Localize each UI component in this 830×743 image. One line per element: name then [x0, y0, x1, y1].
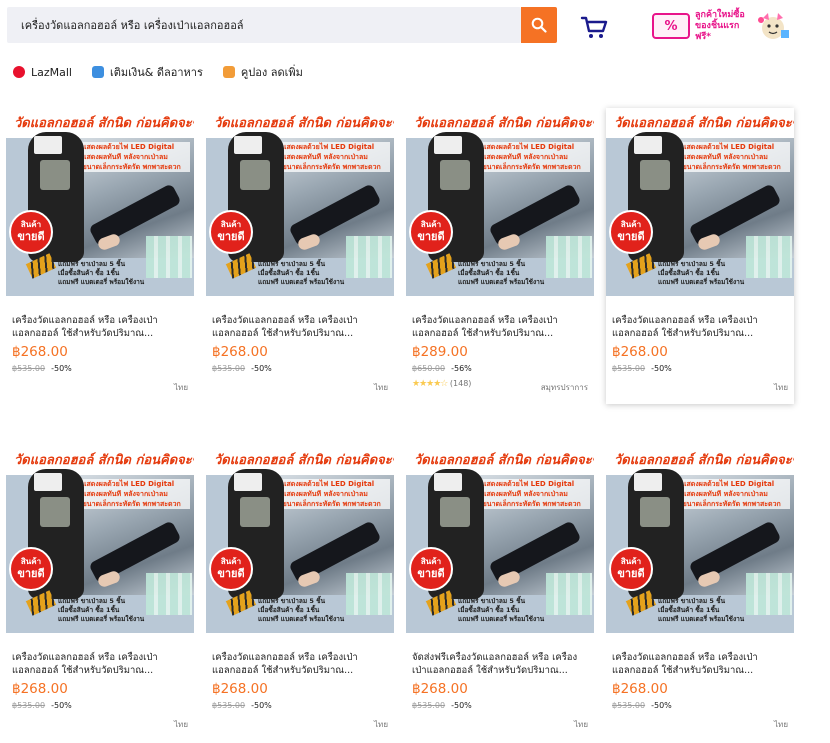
review-count: (148) — [449, 379, 472, 388]
product-card[interactable]: วัดแอลกอฮอล์ สักนิด ก่อนคิดจะขับรถ แสดงผ… — [206, 445, 394, 741]
product-title[interactable]: เครื่องวัดแอลกอฮอล์ หรือ เครื่องเป่าแอลก… — [412, 314, 588, 340]
bestseller-badge: สินค้า ขายดี — [409, 547, 453, 591]
product-price: ฿268.00 — [212, 344, 268, 360]
quick-link-coupon[interactable]: คูปอง ลดเพิ่ม — [222, 63, 303, 81]
product-title[interactable]: เครื่องวัดแอลกอฮอล์ หรือ เครื่องเป่าแอลก… — [612, 651, 788, 677]
product-original-price: ฿535.00 -50% — [212, 364, 272, 373]
product-title[interactable]: เครื่องวัดแอลกอฮอล์ หรือ เครื่องเป่าแอลก… — [612, 314, 788, 340]
product-card[interactable]: วัดแอลกอฮอล์ สักนิด ก่อนคิดจะขับรถ แสดงผ… — [6, 445, 194, 741]
product-card[interactable]: วัดแอลกอฮอล์ สักนิด ก่อนคิดจะขับรถ แสดงผ… — [206, 108, 394, 404]
promo-text: ลูกค้าใหม่ซื้อของชิ้นแรกฟรี* — [695, 9, 745, 42]
product-price: ฿268.00 — [212, 681, 268, 697]
product-title[interactable]: จัดส่งฟรีเครื่องวัดแอลกอฮอล์ หรือ เครื่อ… — [412, 651, 588, 677]
search-icon — [531, 17, 547, 33]
product-original-price: ฿650.00 -56% — [412, 364, 472, 373]
product-price: ฿268.00 — [12, 344, 68, 360]
product-location: ไทย — [174, 383, 188, 392]
bestseller-badge: สินค้า ขายดี — [609, 547, 653, 591]
discount-percent: -50% — [451, 701, 472, 710]
product-location: ไทย — [374, 383, 388, 392]
product-original-price: ฿535.00 -50% — [612, 701, 672, 710]
product-card[interactable]: วัดแอลกอฮอล์ สักนิด ก่อนคิดจะขับรถ แสดงผ… — [6, 108, 194, 404]
discount-percent: -50% — [251, 701, 272, 710]
product-image[interactable]: วัดแอลกอฮอล์ สักนิด ก่อนคิดจะขับรถ แสดงผ… — [606, 445, 794, 633]
discount-percent: -56% — [451, 364, 472, 373]
search-input[interactable]: เครื่องวัดแอลกอฮอล์ หรือ เครื่องเป่าแอลก… — [7, 7, 521, 43]
topup-icon — [92, 66, 104, 78]
product-image[interactable]: วัดแอลกอฮอล์ สักนิด ก่อนคิดจะขับรถ แสดงผ… — [206, 445, 394, 633]
product-location: ไทย — [774, 720, 788, 729]
product-price: ฿268.00 — [612, 681, 668, 697]
search-input-value: เครื่องวัดแอลกอฮอล์ หรือ เครื่องเป่าแอลก… — [21, 19, 244, 32]
product-location: ไทย — [374, 720, 388, 729]
quick-links: LazMall เติมเงิน& ดีลอาหาร คูปอง ลดเพิ่ม — [13, 63, 323, 81]
product-image[interactable]: วัดแอลกอฮอล์ สักนิด ก่อนคิดจะขับรถ แสดงผ… — [6, 108, 194, 296]
quick-link-topup[interactable]: เติมเงิน& ดีลอาหาร — [92, 63, 203, 81]
gift-character-icon — [755, 10, 791, 42]
product-price: ฿289.00 — [412, 344, 468, 360]
discount-percent: -50% — [651, 701, 672, 710]
bestseller-badge: สินค้า ขายดี — [209, 547, 253, 591]
product-location: ไทย — [174, 720, 188, 729]
discount-percent: -50% — [51, 364, 72, 373]
product-price: ฿268.00 — [12, 681, 68, 697]
product-price: ฿268.00 — [612, 344, 668, 360]
bestseller-badge: สินค้า ขายดี — [409, 210, 453, 254]
quick-link-lazmall[interactable]: LazMall — [13, 66, 72, 79]
cart-icon — [580, 16, 608, 38]
product-card[interactable]: วัดแอลกอฮอล์ สักนิด ก่อนคิดจะขับรถ แสดงผ… — [606, 445, 794, 741]
lazmall-icon — [13, 66, 25, 78]
product-rating: ★★★★☆ (148) — [412, 379, 471, 389]
product-original-price: ฿535.00 -50% — [12, 364, 72, 373]
product-image[interactable]: วัดแอลกอฮอล์ สักนิด ก่อนคิดจะขับรถ แสดงผ… — [406, 108, 594, 296]
product-image[interactable]: วัดแอลกอฮอล์ สักนิด ก่อนคิดจะขับรถ แสดงผ… — [406, 445, 594, 633]
product-original-price: ฿535.00 -50% — [212, 701, 272, 710]
bestseller-badge: สินค้า ขายดี — [9, 547, 53, 591]
discount-percent: -50% — [251, 364, 272, 373]
product-title[interactable]: เครื่องวัดแอลกอฮอล์ หรือ เครื่องเป่าแอลก… — [12, 651, 188, 677]
product-title[interactable]: เครื่องวัดแอลกอฮอล์ หรือ เครื่องเป่าแอลก… — [12, 314, 188, 340]
product-title[interactable]: เครื่องวัดแอลกอฮอล์ หรือ เครื่องเป่าแอลก… — [212, 651, 388, 677]
header: เครื่องวัดแอลกอฮอล์ หรือ เครื่องเป่าแอลก… — [0, 0, 830, 52]
product-location: สมุทรปราการ — [540, 383, 588, 392]
product-card[interactable]: วัดแอลกอฮอล์ สักนิด ก่อนคิดจะขับรถ แสดงผ… — [606, 108, 794, 404]
product-price: ฿268.00 — [412, 681, 468, 697]
product-card[interactable]: วัดแอลกอฮอล์ สักนิด ก่อนคิดจะขับรถ แสดงผ… — [406, 108, 594, 404]
product-location: ไทย — [774, 383, 788, 392]
coupon-icon — [222, 66, 235, 78]
product-image[interactable]: วัดแอลกอฮอล์ สักนิด ก่อนคิดจะขับรถ แสดงผ… — [606, 108, 794, 296]
product-original-price: ฿535.00 -50% — [612, 364, 672, 373]
rating-stars: ★★★★☆ — [412, 379, 448, 389]
product-original-price: ฿535.00 -50% — [412, 701, 472, 710]
product-card[interactable]: วัดแอลกอฮอล์ สักนิด ก่อนคิดจะขับรถ แสดงผ… — [406, 445, 594, 741]
discount-percent: -50% — [651, 364, 672, 373]
product-original-price: ฿535.00 -50% — [12, 701, 72, 710]
coupon-icon: % — [652, 13, 690, 39]
product-location: ไทย — [574, 720, 588, 729]
new-user-promo-banner[interactable]: % ลูกค้าใหม่ซื้อของชิ้นแรกฟรี* — [652, 8, 798, 44]
discount-percent: -50% — [51, 701, 72, 710]
cart-button[interactable] — [580, 14, 608, 40]
bestseller-badge: สินค้า ขายดี — [9, 210, 53, 254]
product-title[interactable]: เครื่องวัดแอลกอฮอล์ หรือ เครื่องเป่าแอลก… — [212, 314, 388, 340]
bestseller-badge: สินค้า ขายดี — [609, 210, 653, 254]
bestseller-badge: สินค้า ขายดี — [209, 210, 253, 254]
search-button[interactable] — [521, 7, 557, 43]
product-image[interactable]: วัดแอลกอฮอล์ สักนิด ก่อนคิดจะขับรถ แสดงผ… — [206, 108, 394, 296]
product-image[interactable]: วัดแอลกอฮอล์ สักนิด ก่อนคิดจะขับรถ แสดงผ… — [6, 445, 194, 633]
